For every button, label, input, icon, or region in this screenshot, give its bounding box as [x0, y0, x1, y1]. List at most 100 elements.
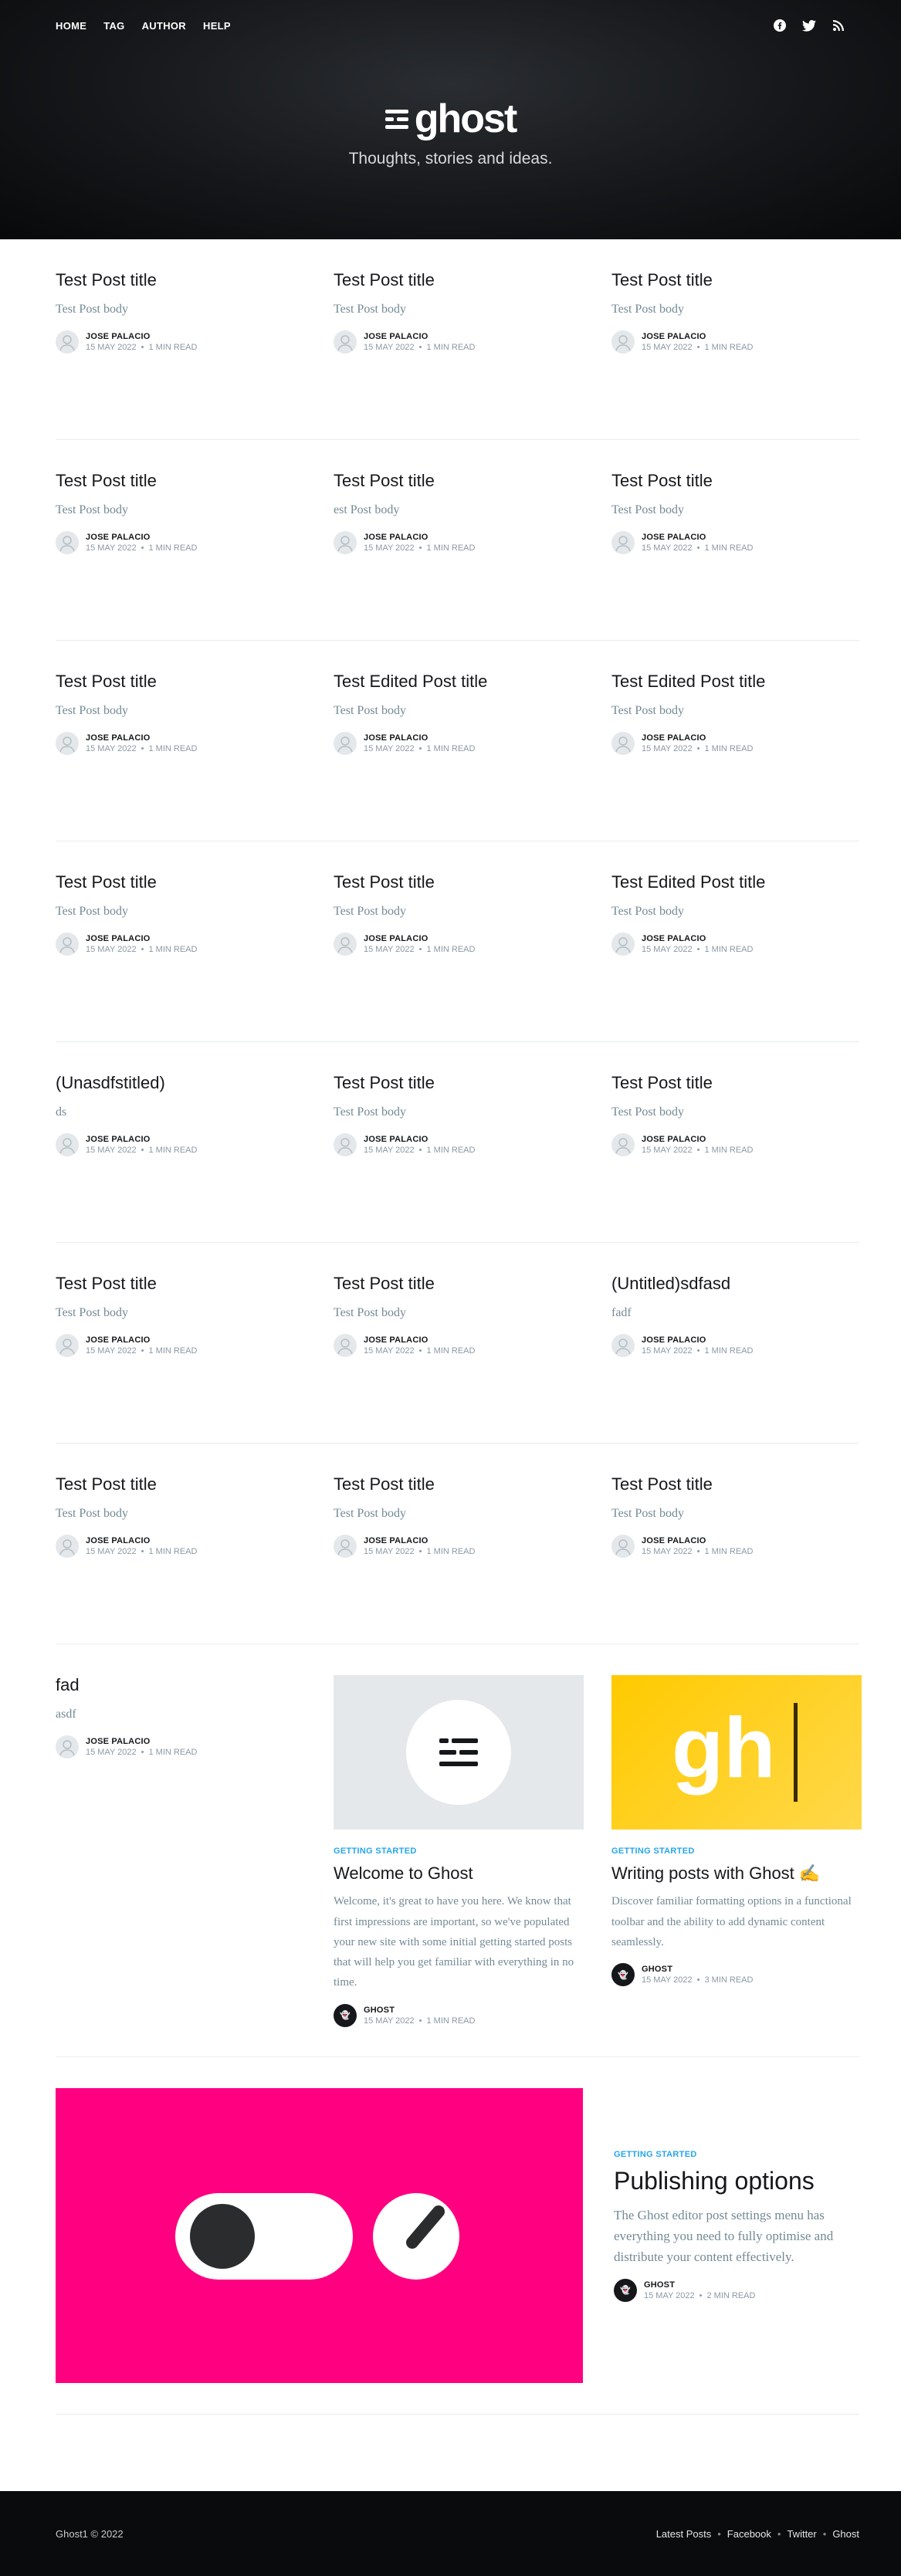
author-avatar[interactable]: 👻	[614, 2278, 637, 2302]
post-title[interactable]: Test Post title	[56, 1274, 306, 1294]
post-title[interactable]: Publishing options	[614, 2167, 859, 2195]
post-card[interactable]: Test Post title Test Post body JOSE PALACI…	[56, 1274, 306, 1443]
author-name[interactable]: JOSE PALACIO	[642, 1335, 753, 1345]
author-name[interactable]: JOSE PALACIO	[364, 1536, 475, 1545]
post-card[interactable]: Test Post title Test Post body JOSE PALACI…	[56, 471, 306, 640]
post-card[interactable]: fad asdf JOSE PALACIO 15 MAY 2022 • 1 MIN REA…	[56, 1675, 306, 2056]
author-name[interactable]: GHOST	[642, 1965, 753, 1974]
post-title[interactable]: Test Post title	[56, 672, 306, 692]
post-title[interactable]: Test Edited Post title	[334, 672, 584, 692]
rss-icon[interactable]	[832, 19, 845, 32]
author-name[interactable]: JOSE PALACIO	[642, 1135, 753, 1144]
post-card[interactable]: Test Edited Post title Test Post body JOSE…	[334, 672, 584, 841]
author-name[interactable]: JOSE PALACIO	[86, 733, 197, 743]
post-card[interactable]: Test Post title Test Post body JOSE PALACI…	[334, 270, 584, 439]
author-name[interactable]: JOSE PALACIO	[86, 332, 197, 341]
post-card[interactable]: Test Post title Test Post body JOSE PALACI…	[56, 672, 306, 841]
post-title[interactable]: Test Post title	[334, 1073, 584, 1093]
post-title[interactable]: Test Post title	[334, 1474, 584, 1494]
post-image[interactable]: gh	[611, 1675, 862, 1830]
author-avatar[interactable]	[334, 330, 357, 354]
post-title[interactable]: Test Post title	[334, 1274, 584, 1294]
post-card[interactable]: Test Post title Test Post body JOSE PALACI…	[611, 471, 862, 640]
author-name[interactable]: JOSE PALACIO	[642, 332, 753, 341]
post-image[interactable]	[56, 2088, 583, 2383]
post-title[interactable]: Test Post title	[334, 872, 584, 892]
post-card[interactable]: Test Post title Test Post body JOSE PALACI…	[611, 1073, 862, 1242]
author-avatar[interactable]	[334, 1333, 357, 1357]
post-card[interactable]: (Unasdfstitled) ds JOSE PALACIO 15 MAY 2022…	[56, 1073, 306, 1242]
post-title[interactable]: Test Post title	[56, 471, 306, 491]
author-name[interactable]: JOSE PALACIO	[642, 533, 753, 542]
author-avatar[interactable]: 👻	[611, 1963, 635, 1987]
author-avatar[interactable]	[611, 1132, 635, 1156]
footer-link-latest-posts[interactable]: Latest Posts	[656, 2528, 712, 2540]
post-title[interactable]: Test Post title	[334, 471, 584, 491]
post-title[interactable]: Test Post title	[56, 1474, 306, 1494]
author-name[interactable]: GHOST	[644, 2280, 755, 2290]
author-avatar[interactable]	[334, 1534, 357, 1558]
post-title[interactable]: Test Edited Post title	[611, 672, 862, 692]
author-avatar[interactable]: 👻	[334, 2003, 357, 2027]
footer-link-facebook[interactable]: Facebook	[727, 2528, 771, 2540]
author-name[interactable]: JOSE PALACIO	[86, 1536, 197, 1545]
author-name[interactable]: JOSE PALACIO	[642, 733, 753, 743]
post-title[interactable]: Test Edited Post title	[611, 872, 862, 892]
post-tag[interactable]: GETTING STARTED	[334, 1847, 584, 1856]
site-logo[interactable]: ghost	[384, 99, 517, 139]
nav-help[interactable]: HELP	[203, 20, 231, 32]
post-card[interactable]: Test Post title Test Post body JOSE PALACI…	[611, 270, 862, 439]
author-name[interactable]: JOSE PALACIO	[642, 934, 753, 943]
author-name[interactable]: JOSE PALACIO	[86, 1737, 197, 1746]
facebook-icon[interactable]	[773, 19, 787, 32]
post-card[interactable]: Test Post title Test Post body JOSE PALACI…	[334, 1474, 584, 1643]
post-tag[interactable]: GETTING STARTED	[614, 2150, 859, 2159]
footer-link-twitter[interactable]: Twitter	[787, 2528, 816, 2540]
author-avatar[interactable]	[56, 731, 79, 755]
post-card[interactable]: Test Post title Test Post body JOSE PALACI…	[56, 872, 306, 1041]
post-title[interactable]: Test Post title	[56, 270, 306, 290]
post-card[interactable]: gh GETTING STARTED Writing posts with Ghos…	[611, 1675, 862, 2056]
author-avatar[interactable]	[56, 1735, 79, 1759]
post-title[interactable]: Test Post title	[334, 270, 584, 290]
nav-home[interactable]: HOME	[56, 20, 86, 32]
post-card[interactable]: Test Post title Test Post body JOSE PALACI…	[334, 872, 584, 1041]
author-name[interactable]: JOSE PALACIO	[364, 533, 475, 542]
author-name[interactable]: JOSE PALACIO	[364, 1335, 475, 1345]
post-card[interactable]: Test Edited Post title Test Post body JOSE…	[611, 872, 862, 1041]
post-card[interactable]: Test Post title Test Post body JOSE PALACI…	[611, 1474, 862, 1643]
author-avatar[interactable]	[334, 1132, 357, 1156]
post-title[interactable]: fad	[56, 1675, 306, 1695]
nav-author[interactable]: AUTHOR	[142, 20, 186, 32]
author-name[interactable]: JOSE PALACIO	[86, 1335, 197, 1345]
post-card[interactable]: Test Edited Post title Test Post body JOSE…	[611, 672, 862, 841]
post-title[interactable]: (Untitled)sdfasd	[611, 1274, 862, 1294]
post-card[interactable]: GETTING STARTED Welcome to Ghost Welcome, …	[334, 1675, 584, 2056]
author-avatar[interactable]	[334, 530, 357, 554]
author-name[interactable]: JOSE PALACIO	[364, 934, 475, 943]
author-name[interactable]: JOSE PALACIO	[86, 934, 197, 943]
author-name[interactable]: JOSE PALACIO	[86, 1135, 197, 1144]
post-title[interactable]: Test Post title	[611, 1073, 862, 1093]
post-card[interactable]: Test Post title est Post body JOSE PALACIO…	[334, 471, 584, 640]
author-name[interactable]: JOSE PALACIO	[86, 533, 197, 542]
post-card[interactable]: Test Post title Test Post body JOSE PALACI…	[334, 1073, 584, 1242]
post-card[interactable]: (Untitled)sdfasd fadf JOSE PALACIO 15 MAY 2…	[611, 1274, 862, 1443]
author-avatar[interactable]	[611, 530, 635, 554]
post-card[interactable]: Test Post title Test Post body JOSE PALACI…	[56, 270, 306, 439]
author-avatar[interactable]	[611, 1333, 635, 1357]
author-avatar[interactable]	[56, 530, 79, 554]
post-title[interactable]: Writing posts with Ghost ✍️	[611, 1863, 862, 1884]
author-avatar[interactable]	[56, 330, 79, 354]
author-name[interactable]: JOSE PALACIO	[364, 733, 475, 743]
post-title[interactable]: Test Post title	[611, 1474, 862, 1494]
footer-link-ghost[interactable]: Ghost	[832, 2528, 859, 2540]
author-name[interactable]: JOSE PALACIO	[364, 1135, 475, 1144]
author-avatar[interactable]	[611, 330, 635, 354]
post-title[interactable]: (Unasdfstitled)	[56, 1073, 306, 1093]
post-card[interactable]: Test Post title Test Post body JOSE PALACI…	[334, 1274, 584, 1443]
post-card[interactable]: Test Post title Test Post body JOSE PALACI…	[56, 1474, 306, 1643]
author-avatar[interactable]	[611, 1534, 635, 1558]
author-avatar[interactable]	[56, 1132, 79, 1156]
author-avatar[interactable]	[56, 932, 79, 956]
